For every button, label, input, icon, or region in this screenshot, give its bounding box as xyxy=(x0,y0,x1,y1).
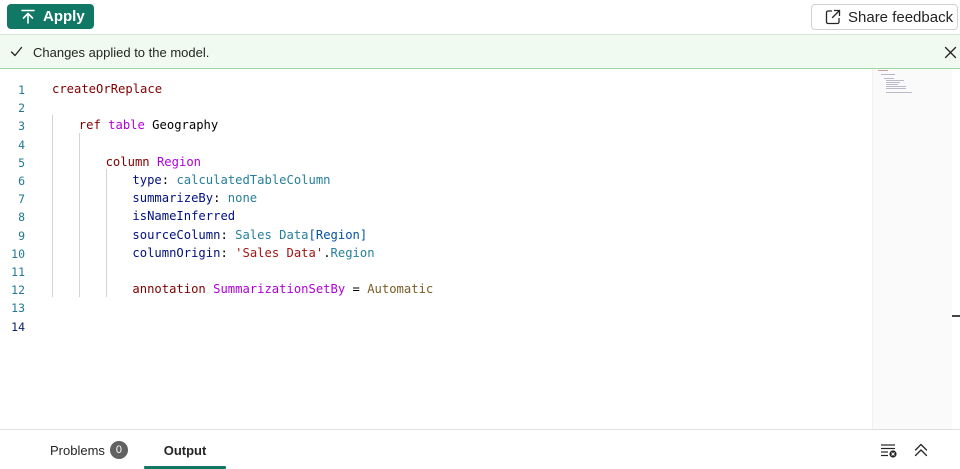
share-feedback-button[interactable]: Share feedback xyxy=(811,4,958,30)
line-number: 2 xyxy=(18,101,25,116)
share-icon xyxy=(825,9,841,25)
line-number: 11 xyxy=(11,265,25,279)
code-token: Automatic xyxy=(367,282,434,297)
line-number: 13 xyxy=(11,301,25,316)
code-editor[interactable]: 1 2 3 4 5 6 7 8 9 10 11 12 13 14 createOrReplace ref t… xyxy=(0,69,960,429)
code-token: isNameInferred xyxy=(132,209,236,224)
problems-count-badge: 0 xyxy=(109,441,128,459)
code-token: SummarizationSetBy xyxy=(213,282,346,297)
code-token: : xyxy=(161,173,177,187)
code-token: Geography xyxy=(144,118,219,133)
code-token: Region xyxy=(156,154,201,169)
tab-problems-label: Problems xyxy=(50,442,105,458)
code-token: 'Sales Data' xyxy=(235,245,324,260)
code-line[interactable]: type: calculatedTableColumn xyxy=(132,173,330,187)
line-number: 14 xyxy=(11,319,25,334)
code-token: : xyxy=(220,245,236,260)
code-token: = xyxy=(345,282,368,297)
line-number: 10 xyxy=(11,246,25,261)
code-line[interactable]: annotation SummarizationSetBy = Automati… xyxy=(132,282,433,296)
code-token: annotation xyxy=(132,282,206,297)
toolbar: Apply Share feedback xyxy=(0,0,960,35)
close-icon[interactable] xyxy=(944,46,957,59)
indent-guide xyxy=(52,115,53,297)
code-line[interactable]: columnOrigin: 'Sales Data'.Region xyxy=(132,246,374,260)
checkmark-icon xyxy=(10,46,23,57)
code-line[interactable]: summarizeBy: none xyxy=(132,191,257,205)
code-token: summarizeBy xyxy=(132,191,214,206)
code-line[interactable]: createOrReplace xyxy=(52,82,162,96)
code-token: Region xyxy=(330,245,375,260)
code-token: column xyxy=(105,154,150,169)
tab-problems[interactable]: Problems 0 xyxy=(50,430,128,469)
minimap[interactable] xyxy=(872,69,952,429)
line-number: 3 xyxy=(18,119,25,134)
code-token: calculatedTableColumn xyxy=(176,173,331,187)
code-token: . xyxy=(323,245,331,260)
code-token: table xyxy=(108,118,145,133)
share-feedback-label: Share feedback xyxy=(848,8,954,26)
bottom-panel: Problems 0 Output xyxy=(0,429,960,469)
code-line[interactable]: ref table Geography xyxy=(79,118,218,132)
line-number: 6 xyxy=(18,174,25,188)
scrollbar-marker[interactable] xyxy=(952,315,960,317)
indent-guide xyxy=(79,133,80,297)
tab-output[interactable]: Output xyxy=(144,430,226,469)
line-number: 7 xyxy=(18,192,25,207)
code-token: [Region] xyxy=(308,227,368,242)
tab-output-label: Output xyxy=(163,442,207,458)
clear-output-icon[interactable] xyxy=(880,442,898,458)
code-token: sourceColumn xyxy=(132,227,221,242)
tmdl-view: Apply Share feedback Changes applied to … xyxy=(0,0,960,469)
line-number: 8 xyxy=(18,210,25,225)
success-banner: Changes applied to the model. xyxy=(0,34,960,69)
chevron-double-up-icon[interactable] xyxy=(913,442,929,458)
line-number: 12 xyxy=(11,283,25,298)
line-number: 5 xyxy=(18,155,25,170)
arrow-upload-icon xyxy=(21,9,35,24)
code-line[interactable]: column Region xyxy=(106,155,201,169)
line-number: 9 xyxy=(18,228,25,243)
code-token: createOrReplace xyxy=(52,82,163,96)
banner-message: Changes applied to the model. xyxy=(33,45,210,60)
code-token: type xyxy=(132,173,162,187)
code-token: : xyxy=(213,191,228,206)
apply-button[interactable]: Apply xyxy=(7,4,94,29)
line-number: 1 xyxy=(18,83,25,97)
code-line[interactable]: sourceColumn: Sales Data[Region] xyxy=(132,228,367,242)
code-token: none xyxy=(227,191,258,206)
code-token: Sales Data xyxy=(235,227,309,242)
apply-label: Apply xyxy=(43,8,85,25)
code-token: : xyxy=(220,227,236,242)
line-number: 4 xyxy=(18,137,25,152)
code-line[interactable]: isNameInferred xyxy=(132,209,235,223)
code-token: ref xyxy=(78,118,101,133)
code-token: columnOrigin xyxy=(132,245,221,260)
indent-guide xyxy=(106,169,107,297)
